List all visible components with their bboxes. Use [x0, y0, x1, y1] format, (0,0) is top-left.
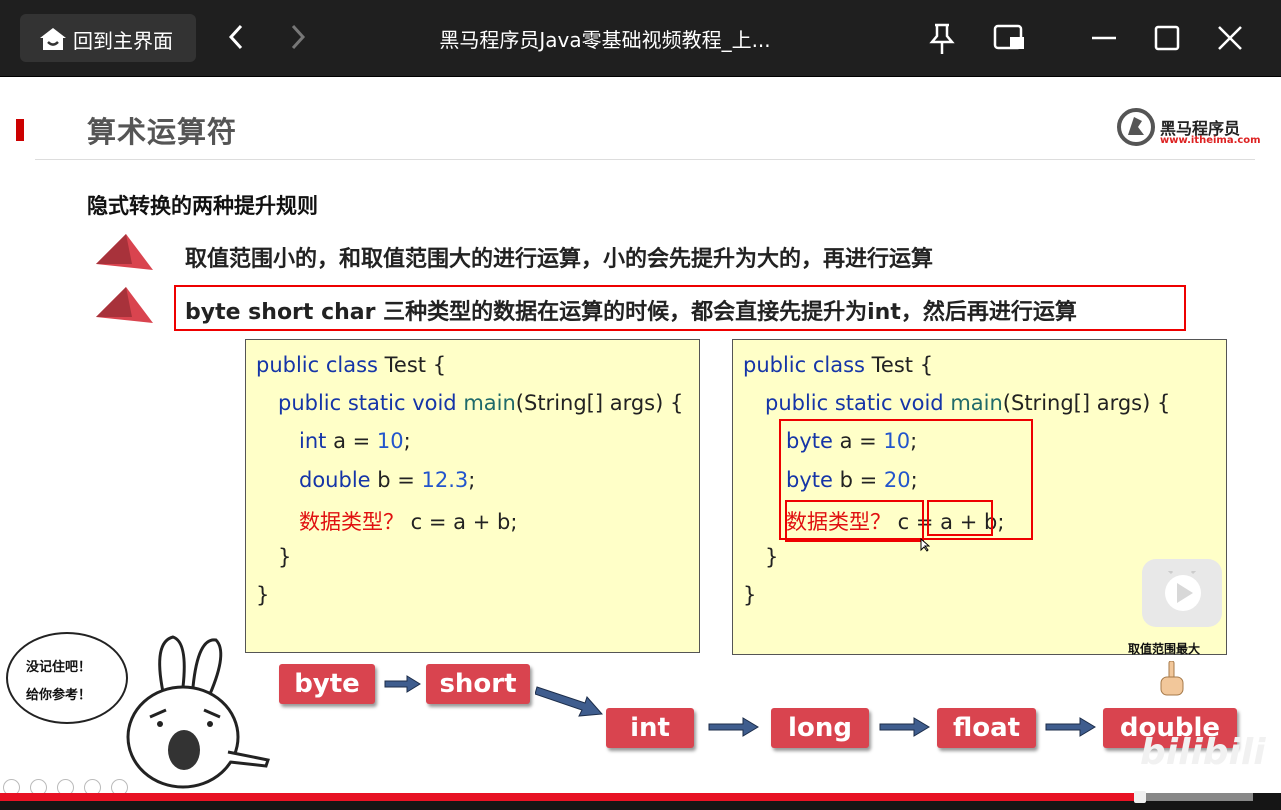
code-line: 数据类型？ c = a + b; [299, 510, 518, 534]
minimize-icon[interactable] [1090, 22, 1118, 58]
code-line: double b = 12.3; [299, 468, 476, 492]
type-box-int: int [606, 708, 694, 748]
home-button[interactable]: 回到主界面 [20, 14, 196, 62]
expression-highlight-box [927, 500, 993, 536]
type-box-float: float [937, 708, 1036, 748]
logo-url-text: www.itheima.com [1160, 135, 1261, 146]
code-line: } [765, 545, 779, 569]
mouse-cursor-icon [920, 537, 931, 556]
title-bar: 回到主界面 黑马程序员Java零基础视频教程_上... [0, 0, 1281, 76]
code-line: public static void main(String[] args) { [278, 391, 684, 415]
code-line: public static void main(String[] args) { [765, 391, 1171, 415]
code-line: public class Test { [743, 353, 934, 377]
forward-icon[interactable] [288, 22, 308, 56]
type-box-long: long [771, 708, 869, 748]
code-line: public class Test { [256, 353, 447, 377]
rabbit-cartoon-icon [118, 632, 273, 793]
rule-2-text: byte short char 三种类型的数据在运算的时候，都会直接先提升为in… [185, 300, 1077, 325]
mini-window-icon[interactable] [993, 22, 1027, 58]
home-icon [39, 27, 67, 55]
arrow-right-icon [1044, 717, 1096, 741]
play-icon [1162, 563, 1204, 619]
type-box-short: short [426, 664, 530, 704]
title-divider [35, 159, 1255, 160]
code-line: int a = 10; [299, 429, 411, 453]
bullet-triangle-icon [96, 234, 154, 276]
type-box-byte: byte [279, 664, 375, 704]
back-icon[interactable] [226, 22, 246, 56]
arrow-right-icon [707, 717, 759, 741]
control-icon[interactable] [84, 779, 101, 793]
horse-logo-icon [1116, 108, 1156, 151]
close-icon[interactable] [1216, 22, 1244, 58]
bubble-line: 没记住吧！ [26, 660, 92, 675]
home-label: 回到主界面 [73, 29, 173, 53]
arrow-right-icon [383, 675, 421, 697]
arrow-diagonal-icon [534, 681, 604, 723]
control-icon[interactable] [3, 779, 20, 793]
slide-title: 算术运算符 [87, 115, 238, 149]
code-line: } [743, 583, 757, 607]
title-marker [16, 119, 24, 141]
maximize-icon[interactable] [1153, 22, 1181, 58]
code-panel-left: public class Test { public static void m… [245, 339, 700, 653]
bilibili-watermark: bilibili [1140, 732, 1266, 773]
window-title: 黑马程序员Java零基础视频教程_上... [439, 28, 771, 52]
pointing-hand-icon [1158, 660, 1186, 705]
result-type-highlight-box [785, 500, 924, 542]
progress-handle[interactable] [1134, 791, 1146, 803]
arrow-right-icon [878, 717, 930, 741]
range-max-label: 取值范围最大 [1128, 642, 1201, 656]
control-icon[interactable] [111, 779, 128, 793]
control-icon[interactable] [30, 779, 47, 793]
code-line: } [278, 545, 292, 569]
progress-fill [0, 793, 1138, 801]
play-button[interactable] [1142, 559, 1222, 627]
bubble-line: 给你参考！ [26, 688, 92, 703]
progress-buffered [1138, 793, 1253, 801]
control-icon[interactable] [57, 779, 74, 793]
bullet-triangle-icon [96, 287, 154, 329]
pin-icon[interactable] [927, 22, 957, 60]
speech-bubble-text: 没记住吧！ 给你参考！ [26, 654, 91, 710]
rule-1-text: 取值范围小的，和取值范围大的进行运算，小的会先提升为大的，再进行运算 [185, 247, 934, 272]
brand-logo: 黑马程序员 www.itheima.com [1116, 107, 1261, 151]
slide-subtitle: 隐式转换的两种提升规则 [87, 194, 318, 218]
video-frame[interactable]: 算术运算符 黑马程序员 www.itheima.com 隐式转换的两种提升规则 … [0, 77, 1281, 793]
code-line: } [256, 583, 270, 607]
